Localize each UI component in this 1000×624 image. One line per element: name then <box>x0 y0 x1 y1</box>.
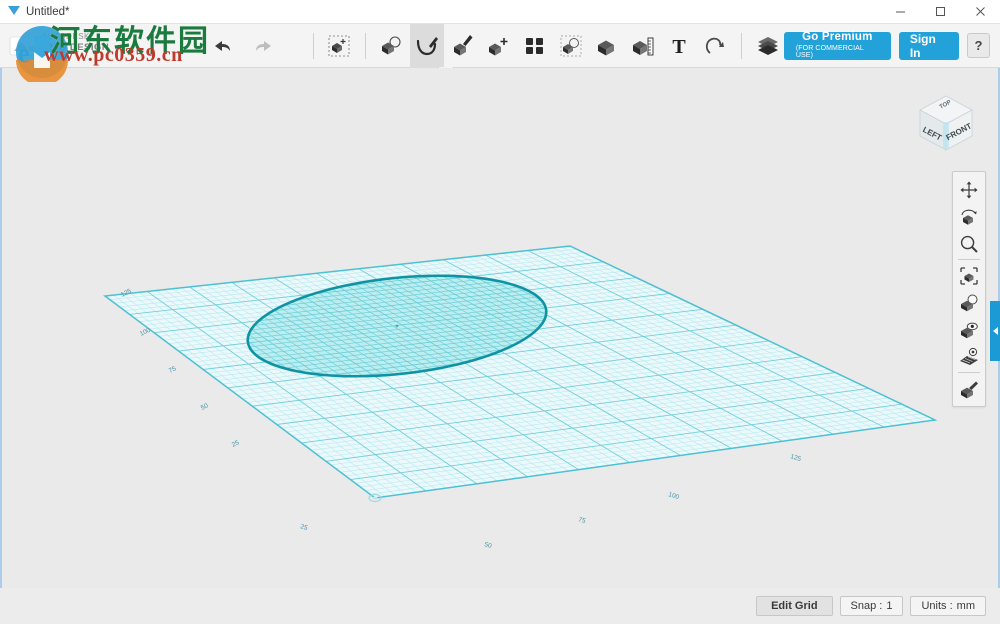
brand-logo: AUTODESK 123D DESIGN <box>0 24 143 68</box>
app-logo-icon <box>8 6 20 15</box>
snap-field[interactable]: Snap : 1 <box>840 596 904 616</box>
text-tool-icon: T <box>666 33 692 59</box>
workplane-grid[interactable]: 125 100 75 50 25 25 50 75 100 125 <box>0 68 1000 624</box>
sign-in-button[interactable]: Sign In <box>899 32 959 60</box>
main-toolbar: AUTODESK 123D DESIGN <box>0 24 1000 68</box>
primitives-tool-button[interactable] <box>374 31 408 61</box>
axis-label-bottom-3: 100 <box>667 491 680 501</box>
sketch-circle-center <box>396 325 399 328</box>
transform-tool-icon <box>326 33 352 59</box>
material-tool-button[interactable] <box>751 31 783 61</box>
axis-label-left-4: 25 <box>231 439 241 449</box>
view-cube-icon: TOP LEFT FRONT <box>910 86 982 158</box>
undo-icon <box>211 37 233 55</box>
axis-label-bottom-1: 50 <box>483 541 492 550</box>
toolbar-divider-3 <box>741 33 742 59</box>
nav-divider-2 <box>958 372 980 373</box>
material-browser-tool-button[interactable] <box>955 375 983 402</box>
pan-tool-button[interactable] <box>955 176 983 203</box>
grouping-tool-icon <box>558 33 584 59</box>
snap-value: 1 <box>886 600 892 612</box>
combine-tool-button[interactable] <box>590 31 624 61</box>
show-visibility-icon <box>959 320 979 340</box>
combine-tool-icon <box>594 33 620 59</box>
primitives-tool-icon <box>378 33 404 59</box>
text-tool-button[interactable]: T <box>662 31 696 61</box>
hide-tool-button[interactable] <box>955 289 983 316</box>
modify-tool-button[interactable] <box>482 31 516 61</box>
viewport-canvas[interactable]: 125 100 75 50 25 25 50 75 100 125 TOP LE… <box>0 68 1000 624</box>
maximize-button[interactable] <box>920 0 960 24</box>
go-premium-subtitle: (FOR COMMERCIAL USE) <box>796 45 879 59</box>
grid-display-icon <box>959 347 979 367</box>
fit-tool-button[interactable] <box>955 262 983 289</box>
app-window: Untitled* AUTODESK 123D DESIGN <box>0 0 1000 624</box>
show-tool-button[interactable] <box>955 316 983 343</box>
units-field[interactable]: Units : mm <box>910 596 986 616</box>
chevron-left-icon <box>993 327 998 335</box>
modeling-tools-group: T <box>374 24 732 68</box>
zoom-magnifier-icon <box>959 234 979 254</box>
title-bar: Untitled* <box>0 0 1000 24</box>
grid-display-tool-button[interactable] <box>955 343 983 370</box>
close-button[interactable] <box>960 0 1000 24</box>
sketch-tool-icon <box>414 33 440 59</box>
pattern-tool-icon <box>522 33 548 59</box>
hide-object-icon <box>959 293 979 313</box>
modify-tool-icon <box>486 33 512 59</box>
pattern-tool-button[interactable] <box>518 31 552 61</box>
toolbar-divider-1 <box>313 33 314 59</box>
measure-tool-button[interactable] <box>626 31 660 61</box>
axis-label-bottom-2: 75 <box>577 516 586 525</box>
units-value: mm <box>957 600 975 612</box>
redo-button[interactable] <box>249 31 279 61</box>
axis-label-left-2: 75 <box>168 365 178 375</box>
side-panel-expander[interactable] <box>990 301 1000 361</box>
construct-tool-icon <box>450 33 476 59</box>
orbit-icon <box>959 207 979 227</box>
toolbar-divider-2 <box>365 33 366 59</box>
sketch-tool-button[interactable] <box>410 24 444 68</box>
snap-label: Snap : <box>851 600 883 612</box>
title-bar-left: Untitled* <box>0 6 69 18</box>
fit-to-view-icon <box>959 266 979 286</box>
window-controls <box>880 0 1000 24</box>
measure-tool-icon <box>630 33 656 59</box>
axis-label-bottom-4: 125 <box>789 453 802 463</box>
redo-icon <box>253 37 275 55</box>
autodesk-logo-icon <box>8 30 40 62</box>
pan-icon <box>959 180 979 200</box>
document-title: Untitled* <box>26 6 69 18</box>
snap-tool-icon <box>702 33 728 59</box>
view-cube[interactable]: TOP LEFT FRONT <box>910 86 982 158</box>
units-label: Units : <box>921 600 952 612</box>
status-bar: Edit Grid Snap : 1 Units : mm <box>0 588 1000 624</box>
undo-button[interactable] <box>207 31 237 61</box>
brand-text: AUTODESK 123D DESIGN <box>42 31 109 53</box>
undo-redo-group <box>207 31 279 61</box>
zoom-tool-button[interactable] <box>955 230 983 257</box>
snap-tool-button[interactable] <box>698 31 732 61</box>
brand-line-1: AUTODESK <box>42 32 90 41</box>
axis-label-left-3: 50 <box>200 402 210 412</box>
brand-line-2: 123D DESIGN <box>42 42 109 53</box>
construct-tool-button[interactable] <box>446 31 480 61</box>
material-tool-icon <box>755 33 781 59</box>
navigation-toolbar <box>952 171 986 407</box>
go-premium-title: Go Premium <box>802 32 872 44</box>
help-button[interactable]: ? <box>967 33 990 58</box>
edit-grid-button[interactable]: Edit Grid <box>756 596 832 616</box>
grouping-tool-button[interactable] <box>554 31 588 61</box>
orbit-tool-button[interactable] <box>955 203 983 230</box>
minimize-button[interactable] <box>880 0 920 24</box>
go-premium-button[interactable]: Go Premium (FOR COMMERCIAL USE) <box>784 32 891 60</box>
svg-text:T: T <box>673 36 687 58</box>
axis-label-bottom-0: 25 <box>299 523 308 532</box>
nav-divider-1 <box>958 259 980 260</box>
material-browser-icon <box>959 379 979 399</box>
transform-tool-button[interactable] <box>323 31 355 61</box>
